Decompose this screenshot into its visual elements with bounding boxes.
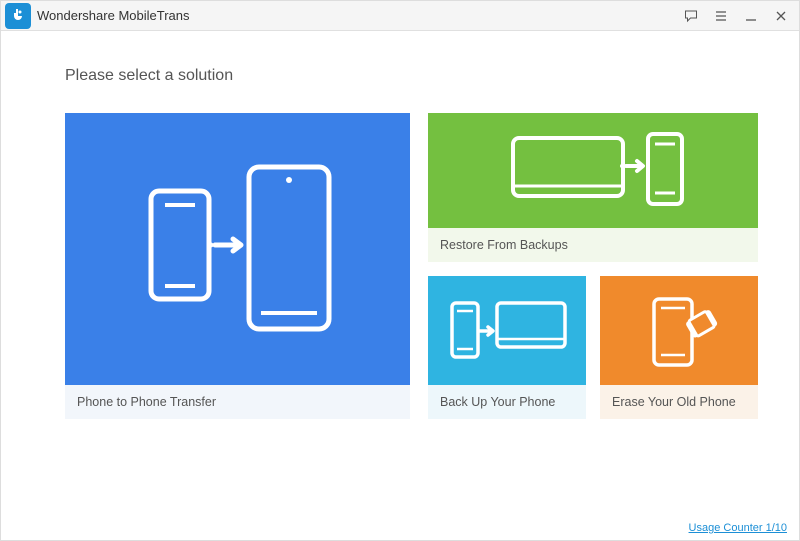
backup-label: Back Up Your Phone — [428, 385, 586, 419]
erase-tile[interactable]: Erase Your Old Phone — [600, 276, 758, 419]
restore-tile[interactable]: Restore From Backups — [428, 113, 758, 262]
restore-label: Restore From Backups — [428, 228, 758, 262]
phone-to-phone-icon — [65, 113, 410, 385]
erase-label: Erase Your Old Phone — [600, 385, 758, 419]
right-column: Restore From Backups — [428, 113, 758, 419]
restore-icon — [428, 113, 758, 228]
app-title: Wondershare MobileTrans — [37, 8, 189, 23]
usage-counter-link[interactable]: Usage Counter 1/10 — [689, 522, 787, 534]
window-controls — [677, 3, 795, 29]
main-content: Please select a solution Phone to Phone … — [1, 31, 799, 419]
feedback-button[interactable] — [677, 3, 705, 29]
erase-icon — [600, 276, 758, 385]
backup-icon — [428, 276, 586, 385]
backup-tile[interactable]: Back Up Your Phone — [428, 276, 586, 419]
menu-button[interactable] — [707, 3, 735, 29]
app-product: MobileTrans — [118, 8, 189, 23]
page-heading: Please select a solution — [65, 67, 735, 85]
minimize-button[interactable] — [737, 3, 765, 29]
app-brand: Wondershare — [37, 8, 115, 23]
close-button[interactable] — [767, 3, 795, 29]
titlebar: Wondershare MobileTrans — [1, 1, 799, 31]
phone-to-phone-label: Phone to Phone Transfer — [65, 385, 410, 419]
app-logo-icon — [5, 3, 31, 29]
phone-to-phone-tile[interactable]: Phone to Phone Transfer — [65, 113, 410, 419]
solutions-grid: Phone to Phone Transfer Restor — [65, 113, 735, 419]
